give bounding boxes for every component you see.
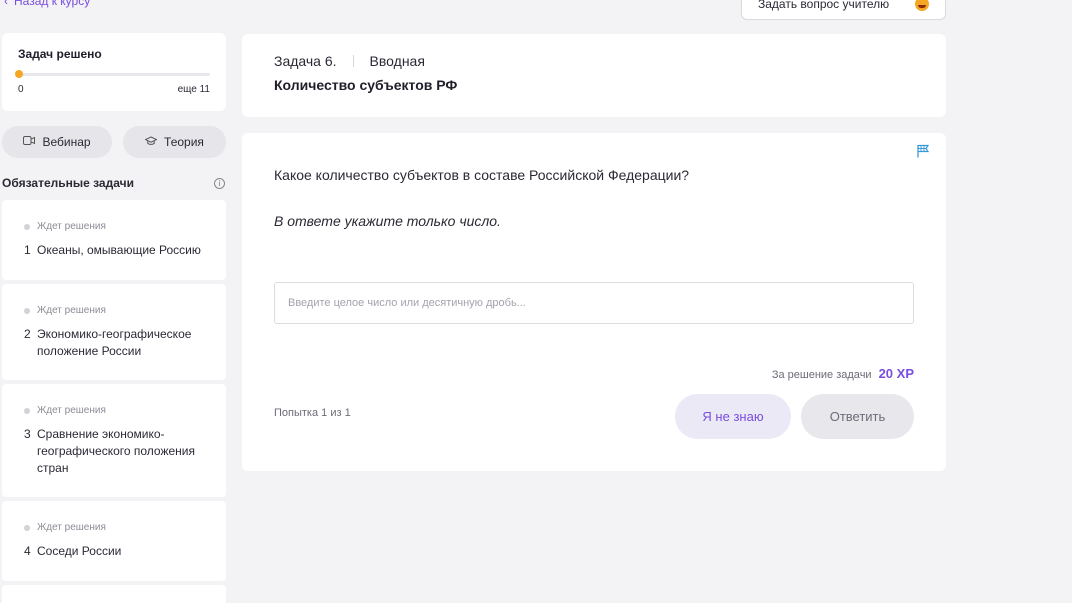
progress-star-icon bbox=[15, 70, 23, 78]
answer-input[interactable] bbox=[274, 282, 914, 324]
xp-value: 20 XP bbox=[878, 366, 914, 381]
task-header-card: Задача 6. Вводная Количество субъектов Р… bbox=[242, 34, 946, 117]
theory-label: Теория bbox=[164, 135, 204, 149]
task-status: Ждет решения bbox=[37, 522, 106, 533]
task-number: 2 bbox=[24, 327, 31, 341]
attempt-counter: Попытка 1 из 1 bbox=[274, 407, 351, 419]
video-camera-icon bbox=[23, 136, 36, 148]
progress-bar bbox=[15, 70, 210, 78]
progress-card: Задач решено 0 еще 11 bbox=[2, 33, 226, 111]
status-dot-icon bbox=[24, 407, 30, 414]
page-title: Количество субъектов РФ bbox=[274, 77, 458, 93]
status-dot-icon bbox=[24, 307, 30, 314]
task-title: Океаны, омывающие Россию bbox=[37, 243, 201, 257]
webinar-label: Вебинар bbox=[42, 135, 91, 149]
task-item-2[interactable]: Ждет решения 2 Экономико-географическое п… bbox=[2, 284, 226, 380]
submit-answer-button[interactable]: Ответить bbox=[801, 394, 914, 439]
status-dot-icon bbox=[24, 223, 30, 230]
theory-button[interactable]: Теория bbox=[123, 126, 226, 158]
ask-teacher-button[interactable]: Задать вопрос учителю bbox=[741, 0, 946, 20]
task-item-3[interactable]: Ждет решения 3 Сравнение экономико-геогра… bbox=[2, 384, 226, 497]
task-title: Соседи России bbox=[37, 544, 122, 558]
task-title: Сравнение экономико-географического поло… bbox=[37, 427, 195, 475]
task-number-label: Задача 6. bbox=[274, 53, 337, 69]
progress-title: Задач решено bbox=[18, 47, 102, 61]
task-number: 4 bbox=[24, 544, 31, 558]
task-item-5[interactable] bbox=[2, 585, 226, 603]
task-status: Ждет решения bbox=[37, 405, 106, 416]
task-card: Какое количество субъектов в составе Рос… bbox=[242, 133, 946, 471]
flag-icon[interactable] bbox=[916, 144, 930, 158]
smile-emoji-icon bbox=[915, 0, 929, 11]
task-number: 3 bbox=[24, 427, 31, 441]
divider bbox=[352, 55, 354, 67]
xp-label: За решение задачи bbox=[771, 369, 872, 381]
task-type: Вводная bbox=[369, 53, 425, 69]
back-to-course-link[interactable]: ‹ Назад к курсу bbox=[4, 0, 90, 8]
task-title: Экономико-географическое положение Росси… bbox=[37, 327, 192, 358]
ask-teacher-label: Задать вопрос учителю bbox=[758, 0, 890, 11]
chevron-left-icon: ‹ bbox=[4, 0, 8, 8]
webinar-button[interactable]: Вебинар bbox=[2, 126, 112, 158]
status-dot-icon bbox=[24, 524, 30, 531]
question-text: Какое количество субъектов в составе Рос… bbox=[274, 167, 690, 183]
task-status: Ждет решения bbox=[37, 305, 106, 316]
back-link-label: Назад к курсу bbox=[14, 0, 91, 8]
graduation-cap-icon bbox=[144, 135, 158, 149]
progress-remaining: еще 11 bbox=[177, 84, 210, 95]
task-status: Ждет решения bbox=[37, 221, 106, 232]
task-item-1[interactable]: Ждет решения 1 Океаны, омывающие Россию bbox=[2, 200, 226, 280]
answer-hint: В ответе укажите только число. bbox=[274, 213, 501, 229]
task-number: 1 bbox=[24, 243, 31, 257]
required-tasks-header: Обязательные задачи i bbox=[2, 176, 226, 190]
required-tasks-title: Обязательные задачи bbox=[2, 176, 134, 190]
info-icon[interactable]: i bbox=[214, 177, 225, 189]
dont-know-button[interactable]: Я не знаю bbox=[675, 394, 791, 439]
progress-solved-count: 0 bbox=[18, 84, 24, 95]
task-item-4[interactable]: Ждет решения 4 Соседи России bbox=[2, 501, 226, 581]
xp-reward: За решение задачи 20 XP bbox=[772, 366, 914, 381]
